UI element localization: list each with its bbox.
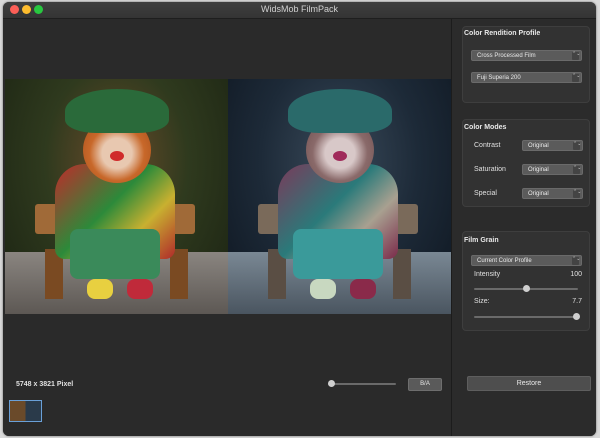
filmstrip-thumbnail[interactable] [9,400,42,422]
color-modes-title: Color Modes [464,124,507,131]
chevron-updown-icon: ⌃⌄ [573,190,581,198]
window-title: WidsMob FilmPack [260,4,338,14]
size-label: Size: [474,298,490,305]
processed-photo [228,79,451,314]
saturation-label: Saturation [474,166,506,173]
chevron-updown-icon: ⌃⌄ [572,257,580,265]
chevron-updown-icon: ⌃⌄ [572,74,580,82]
settings-sidebar: Color Rendition Profile Cross Processed … [451,19,596,436]
zoom-slider[interactable] [328,380,396,387]
restore-button[interactable]: Restore [467,376,591,391]
intensity-slider-knob[interactable] [523,285,530,292]
contrast-select[interactable]: Original ⌃⌄ [522,140,583,151]
intensity-value: 100 [570,271,582,278]
intensity-slider[interactable] [474,285,578,292]
contrast-label: Contrast [474,142,501,149]
app-window: WidsMob FilmPack 5748 x 3821 Pixel B/A C… [3,2,596,436]
size-slider-knob[interactable] [572,313,580,320]
title-bar: WidsMob FilmPack [3,2,596,19]
chevron-updown-icon: ⌃⌄ [572,52,580,60]
grain-profile-select[interactable]: Current Color Profile ⌃⌄ [471,255,582,266]
film-grain-title: Film Grain [464,237,499,244]
film-type-select[interactable]: Fuji Superia 200 ⌃⌄ [471,72,582,83]
saturation-select[interactable]: Original ⌃⌄ [522,164,583,175]
before-after-button[interactable]: B/A [408,378,442,391]
original-photo [5,79,228,314]
image-dimensions: 5748 x 3821 Pixel [16,381,74,388]
chevron-updown-icon: ⌃⌄ [573,142,581,150]
size-slider[interactable] [474,313,580,320]
zoom-slider-knob[interactable] [328,380,336,387]
rendition-profile-select[interactable]: Cross Processed Film ⌃⌄ [471,50,582,61]
color-rendition-panel [462,26,590,103]
chevron-updown-icon: ⌃⌄ [573,166,581,174]
intensity-label: Intensity [474,271,501,278]
special-label: Special [474,190,497,197]
special-select[interactable]: Original ⌃⌄ [522,188,583,199]
color-rendition-title: Color Rendition Profile [464,30,541,37]
size-value: 7.7 [572,298,582,305]
preview-canvas: 5748 x 3821 Pixel B/A [3,19,451,436]
